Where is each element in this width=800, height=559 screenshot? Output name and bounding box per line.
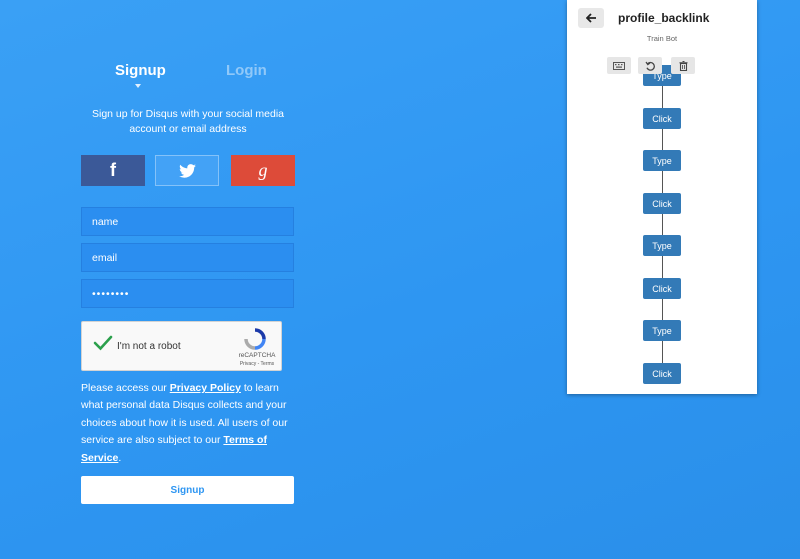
keyboard-button[interactable] — [607, 57, 631, 74]
flow-step-type[interactable]: Type — [643, 320, 681, 341]
signup-subtitle: Sign up for Disqus with your social medi… — [91, 108, 284, 135]
flow-step-click[interactable]: Click — [643, 278, 681, 299]
flow-step-click[interactable]: Click — [643, 193, 681, 214]
recaptcha-terms[interactable]: Privacy - Terms — [232, 361, 282, 367]
train-bot-panel: profile_backlink Train Bot Type Click Ty… — [567, 0, 757, 394]
trash-icon — [679, 60, 687, 71]
password-field[interactable] — [81, 279, 294, 308]
undo-icon — [645, 61, 655, 71]
bot-subtitle: Train Bot — [646, 34, 678, 43]
name-field[interactable] — [81, 207, 294, 236]
recaptcha-brand: reCAPTCHA — [238, 352, 276, 359]
recaptcha-widget: I'm not a robot reCAPTCHA Privacy - Term… — [81, 321, 282, 371]
back-arrow-icon — [585, 13, 596, 23]
back-button[interactable] — [578, 8, 604, 28]
twitter-icon — [178, 163, 196, 178]
bot-title: profile_backlink — [618, 11, 710, 25]
policy-text: . — [118, 451, 122, 464]
email-field[interactable] — [81, 243, 294, 272]
tab-login[interactable]: Login — [226, 62, 267, 79]
twitter-signup-button[interactable] — [155, 155, 219, 186]
privacy-notice: Please access our Privacy Policy to lear… — [81, 380, 295, 467]
active-tab-caret-icon — [135, 84, 141, 88]
google-icon: g — [258, 160, 268, 180]
tab-signup[interactable]: Signup — [115, 62, 166, 79]
keyboard-icon — [613, 61, 625, 70]
google-signup-button[interactable]: g — [231, 155, 295, 186]
flow-step-type[interactable]: Type — [643, 235, 681, 256]
undo-button[interactable] — [638, 57, 662, 74]
flow-step-click[interactable]: Click — [643, 108, 681, 129]
flow-step-type[interactable]: Type — [643, 150, 681, 171]
checkmark-icon[interactable] — [93, 335, 113, 351]
flow-step-click[interactable]: Click — [643, 363, 681, 384]
facebook-signup-button[interactable]: f — [81, 155, 145, 186]
delete-button[interactable] — [671, 57, 695, 74]
recaptcha-logo-icon — [244, 328, 266, 350]
auth-tabs: Signup Login — [81, 62, 295, 92]
facebook-icon: f — [110, 160, 116, 180]
policy-text: Please access our — [81, 382, 170, 394]
captcha-label: I'm not a robot — [117, 341, 181, 352]
signup-button[interactable]: Signup — [81, 476, 294, 504]
privacy-policy-link[interactable]: Privacy Policy — [170, 382, 241, 394]
